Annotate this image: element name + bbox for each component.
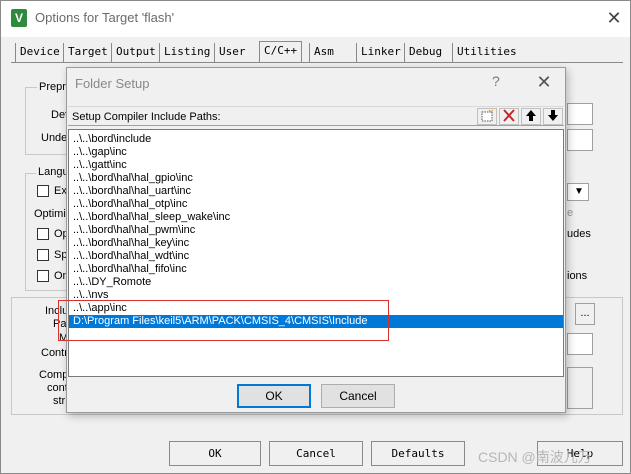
include-path-row[interactable]: ..\..\bord\hal\hal_wdt\inc: [69, 250, 563, 263]
include-path-row[interactable]: ..\..\bord\include: [69, 133, 563, 146]
compiler-control-string: [567, 367, 593, 409]
include-paths-label: Setup Compiler Include Paths:: [72, 111, 221, 123]
move-down-icon[interactable]: [543, 108, 563, 125]
options-title: Options for Target 'flash': [35, 10, 175, 25]
preprocessor-groupbox: [25, 87, 69, 155]
delete-icon[interactable]: [499, 108, 519, 125]
close-icon[interactable]: ✕: [603, 7, 625, 29]
tab-c-cpp[interactable]: C/C++: [259, 41, 303, 63]
include-paths-header: Setup Compiler Include Paths:: [68, 106, 564, 126]
ex-checkbox[interactable]: [37, 185, 49, 197]
sp-checkbox[interactable]: [37, 249, 49, 261]
include-path-row[interactable]: ..\..\gatt\inc: [69, 159, 563, 172]
include-path-row[interactable]: ..\..\gap\inc: [69, 146, 563, 159]
chevron-down-icon: ▼: [574, 186, 584, 197]
include-path-row[interactable]: ..\..\DY_Romote: [69, 276, 563, 289]
help-icon[interactable]: ?: [492, 73, 508, 93]
controls-label: Contr: [41, 347, 68, 359]
move-up-icon[interactable]: [521, 108, 541, 125]
tab-target[interactable]: Target: [63, 43, 112, 62]
tab-asm[interactable]: Asm: [309, 43, 338, 62]
right-ions-label: ions: [567, 270, 588, 282]
op-checkbox[interactable]: [37, 228, 49, 240]
keil-app-icon: V: [11, 9, 27, 27]
folder-setup-cancel-button[interactable]: Cancel: [321, 384, 395, 408]
define-field[interactable]: [567, 103, 593, 125]
options-title-bar: V Options for Target 'flash' ✕: [1, 1, 630, 37]
control-label: cont: [47, 382, 68, 394]
close-icon[interactable]: ✕: [533, 71, 555, 93]
defaults-button[interactable]: Defaults: [371, 441, 465, 466]
tab-output[interactable]: Output: [111, 43, 160, 62]
tab-divider: [11, 62, 623, 63]
tab-listing[interactable]: Listing: [159, 43, 215, 62]
on-checkbox[interactable]: [37, 270, 49, 282]
browse-button[interactable]: ...: [575, 303, 595, 325]
new-folder-icon[interactable]: [477, 108, 497, 125]
include-path-row[interactable]: ..\..\bord\hal\hal_otp\inc: [69, 198, 563, 211]
undefine-field[interactable]: [567, 129, 593, 151]
include-path-row[interactable]: ..\..\bord\hal\hal_gpio\inc: [69, 172, 563, 185]
right-e-label: e: [567, 207, 574, 219]
folder-setup-ok-button[interactable]: OK: [237, 384, 311, 408]
cancel-button[interactable]: Cancel: [269, 441, 363, 466]
ex-label: Ex: [54, 185, 67, 197]
annotation-highlight-box: [58, 300, 389, 341]
tab-device[interactable]: Device: [15, 43, 64, 62]
tab-linker[interactable]: Linker: [356, 43, 405, 62]
csdn-watermark: CSDN @南波儿万: [478, 449, 592, 465]
include-path-row[interactable]: ..\..\bord\hal\hal_sleep_wake\inc: [69, 211, 563, 224]
tab-debug[interactable]: Debug: [404, 43, 447, 62]
include-path-row[interactable]: ..\..\bord\hal\hal_fifo\inc: [69, 263, 563, 276]
folder-setup-dialog: Folder Setup ? ✕ Setup Compiler Include …: [66, 67, 566, 413]
compiler-label: Comp: [39, 369, 69, 381]
misc-controls-field[interactable]: [567, 333, 593, 355]
ok-button[interactable]: OK: [169, 441, 261, 466]
tab-utilities[interactable]: Utilities: [452, 43, 521, 62]
folder-setup-title-bar: Folder Setup ? ✕: [67, 68, 565, 100]
include-path-row[interactable]: ..\..\bord\hal\hal_uart\inc: [69, 185, 563, 198]
include-path-row[interactable]: ..\..\bord\hal\hal_pwm\inc: [69, 224, 563, 237]
include-path-row[interactable]: ..\..\bord\hal\hal_key\inc: [69, 237, 563, 250]
folder-setup-title: Folder Setup: [75, 76, 150, 91]
right-udes-label: udes: [567, 228, 591, 240]
tab-user[interactable]: User: [214, 43, 250, 62]
